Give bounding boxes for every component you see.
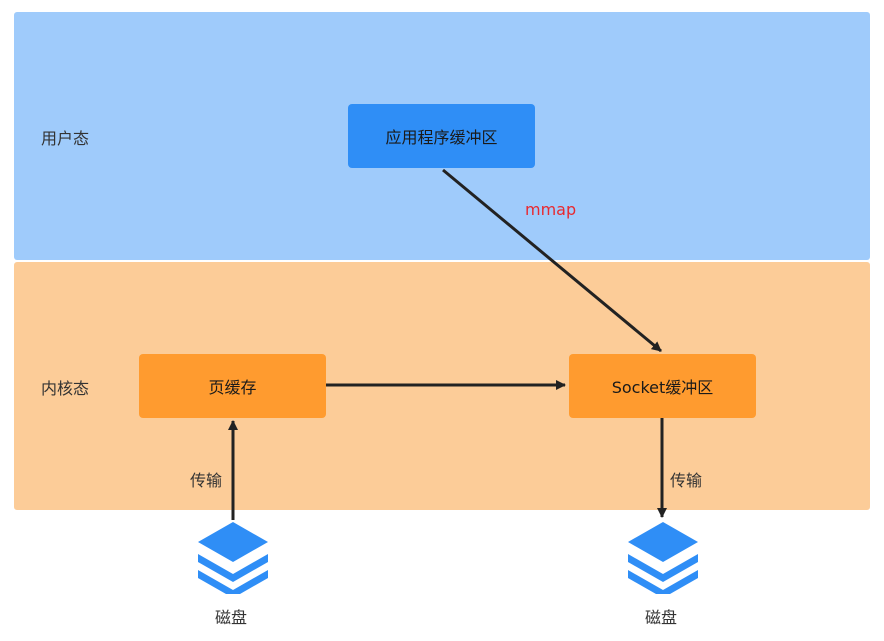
mmap-arrow	[442, 168, 662, 353]
transfer-label-right: 传输	[670, 471, 703, 490]
arrows-layer	[228, 168, 667, 520]
disk-label-right: 磁盘	[645, 608, 678, 627]
transfer-label-left: 传输	[190, 471, 223, 490]
mmap-label: mmap	[525, 200, 577, 219]
disk-icon-left	[198, 522, 268, 594]
disk-label-left: 磁盘	[215, 608, 248, 627]
disk-icon-right	[628, 522, 698, 594]
